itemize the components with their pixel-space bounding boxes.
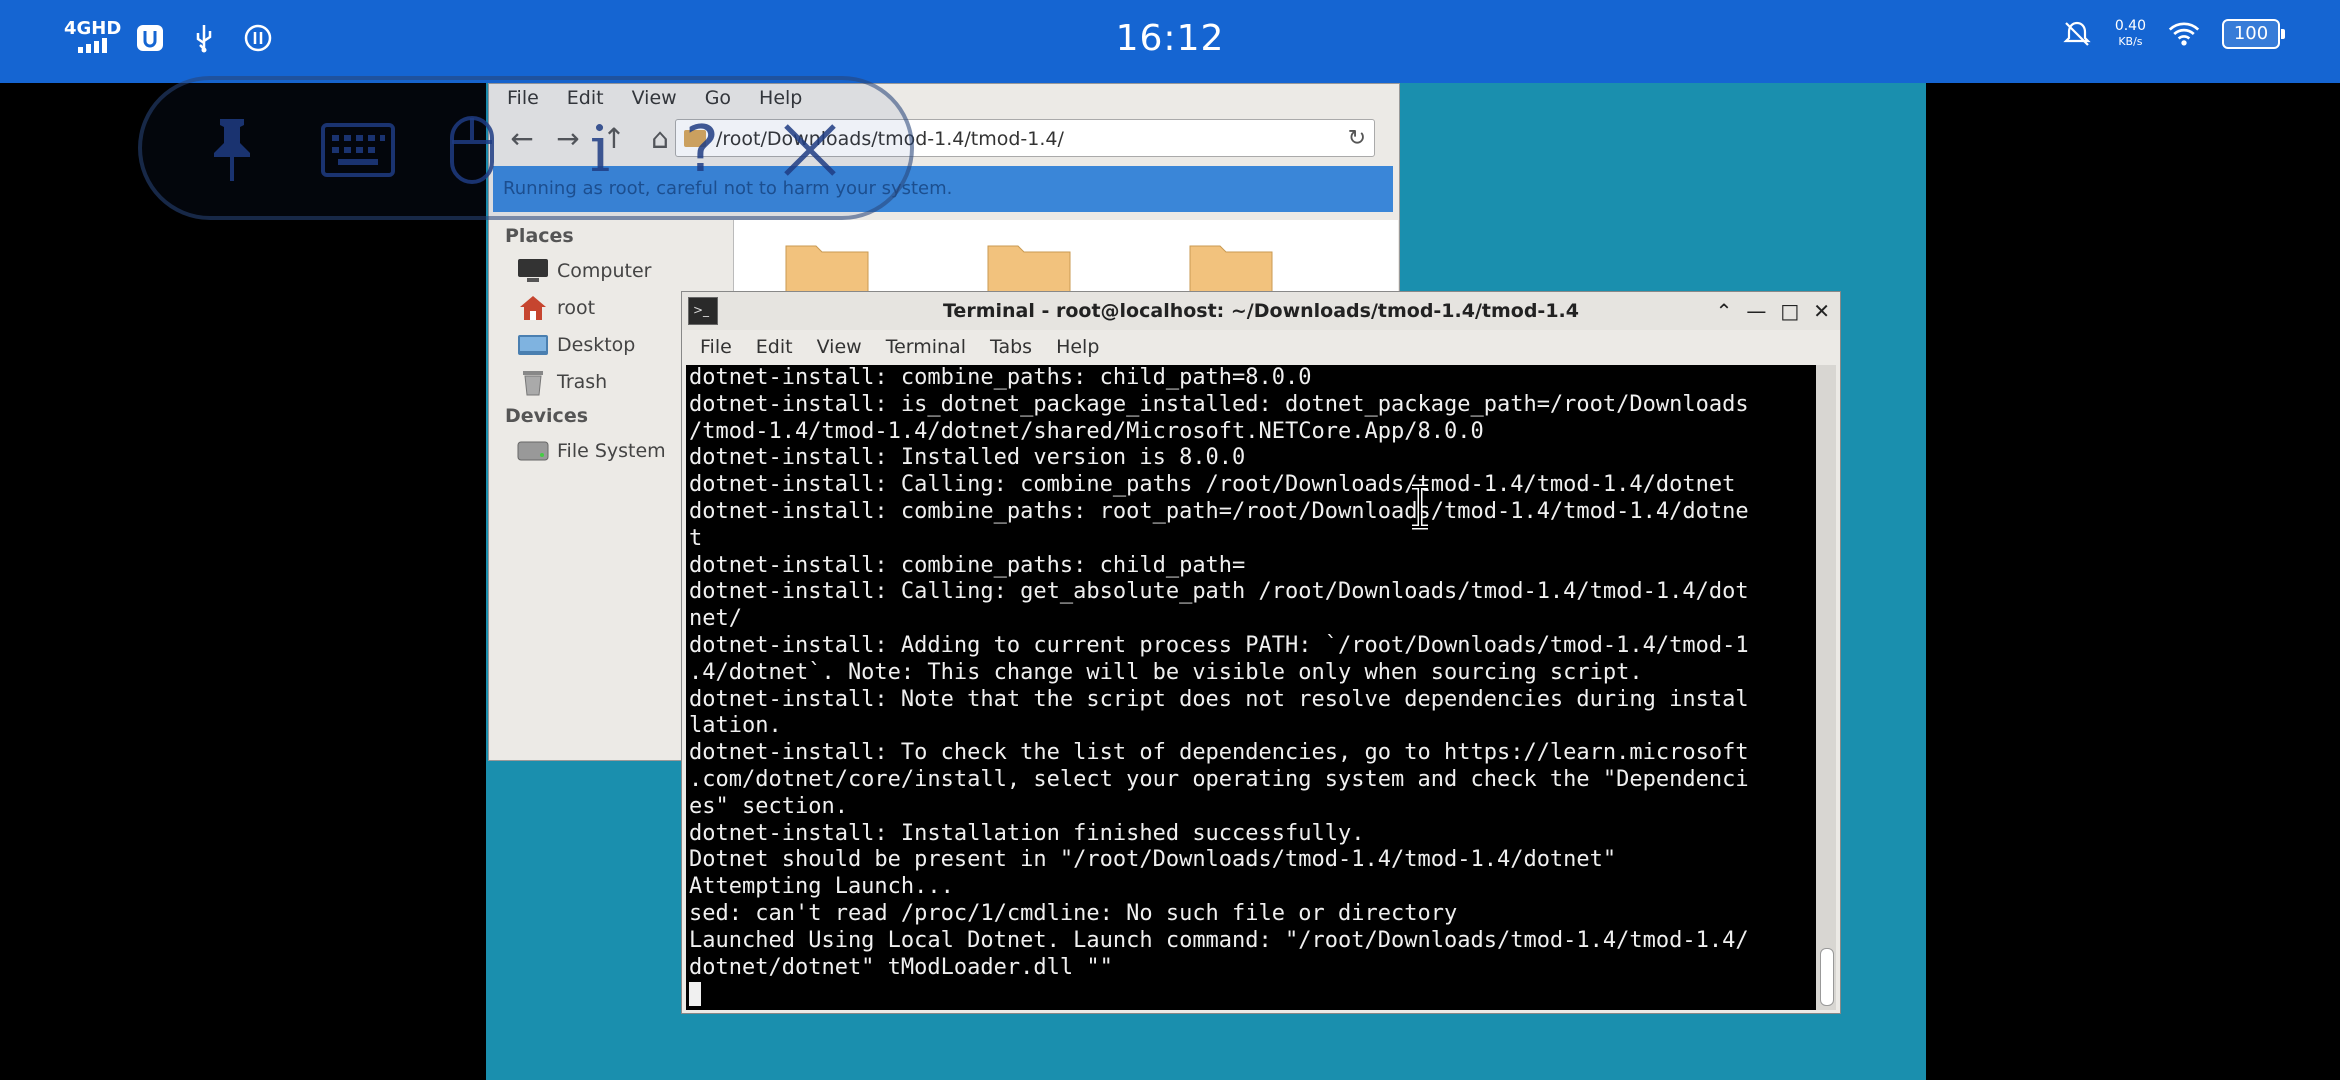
battery-indicator: 100 — [2222, 19, 2285, 49]
terminal-line: Launched Using Local Dotnet. Launch comm… — [689, 927, 1749, 953]
terminal-line: dotnet-install: Installed version is 8.0… — [689, 445, 1246, 471]
trash-icon — [517, 369, 549, 395]
terminal-line: dotnet/dotnet" tModLoader.dll "" — [689, 954, 1113, 980]
android-status-bar: 4GHD 16:12 0.40 KB/s 100 — [0, 0, 2340, 83]
computer-icon — [517, 258, 549, 284]
terminal-line: .4/dotnet`. Note: This change will be vi… — [689, 659, 1643, 685]
terminal-line: dotnet-install: combine_paths: root_path… — [689, 498, 1749, 524]
letterbox-left — [72, 83, 486, 1080]
keyboard-icon[interactable] — [318, 110, 398, 190]
term-menu-view[interactable]: View — [817, 336, 862, 358]
terminal-prompt-line[interactable] — [686, 981, 1816, 1008]
home-folder-icon — [517, 295, 549, 321]
help-icon[interactable]: ? — [662, 110, 742, 190]
term-menu-help[interactable]: Help — [1056, 336, 1099, 358]
terminal-line: es" section. — [689, 793, 848, 819]
mute-icon — [2061, 18, 2093, 50]
terminal-line: Attempting Launch... — [689, 874, 954, 900]
terminal-titlebar[interactable]: >_ Terminal - root@localhost: ~/Download… — [682, 292, 1840, 330]
terminal-line: net/ — [689, 606, 742, 632]
terminal-line: dotnet-install: combine_paths: child_pat… — [689, 552, 1246, 578]
sidebar-item-label: Trash — [557, 370, 608, 393]
terminal-line: lation. — [689, 713, 782, 739]
maximize-icon[interactable]: □ — [1780, 292, 1799, 330]
terminal-line: dotnet-install: Calling: get_absolute_pa… — [689, 579, 1749, 605]
terminal-window[interactable]: >_ Terminal - root@localhost: ~/Download… — [681, 291, 1841, 1014]
terminal-line: dotnet-install: Calling: combine_paths /… — [689, 472, 1736, 498]
minimize-icon[interactable]: — — [1746, 292, 1766, 330]
close-icon[interactable]: ✕ — [1813, 292, 1830, 330]
term-menu-file[interactable]: File — [700, 336, 732, 358]
info-icon[interactable]: i — [560, 110, 640, 190]
speed-value: 0.40 — [2114, 18, 2146, 34]
sidebar-item-computer[interactable]: Computer — [489, 252, 733, 289]
close-icon[interactable] — [770, 110, 850, 190]
terminal-line: t — [689, 525, 703, 551]
pin-icon[interactable] — [192, 110, 272, 190]
terminal-line: dotnet-install: To check the list of dep… — [689, 740, 1749, 766]
ibeam-cursor-icon — [1412, 484, 1428, 530]
term-menu-tabs[interactable]: Tabs — [990, 336, 1032, 358]
sidebar-item-label: Desktop — [557, 333, 636, 356]
terminal-title: Terminal - root@localhost: ~/Downloads/t… — [943, 300, 1579, 322]
terminal-line: dotnet-install: Note that the script doe… — [689, 686, 1749, 712]
sidebar-item-label: root — [557, 296, 596, 319]
terminal-output[interactable]: dotnet-install: combine_paths: child_pat… — [686, 365, 1816, 1010]
terminal-line: .com/dotnet/core/install, select your op… — [689, 766, 1749, 792]
terminal-line: dotnet-install: combine_paths: child_pat… — [689, 365, 1312, 390]
reload-icon[interactable]: ↻ — [1348, 120, 1366, 158]
terminal-line: Dotnet should be present in "/root/Downl… — [689, 847, 1617, 873]
places-header: Places — [505, 225, 574, 247]
term-menu-edit[interactable]: Edit — [756, 336, 793, 358]
terminal-line: dotnet-install: Adding to current proces… — [689, 632, 1749, 658]
clock: 16:12 — [1115, 18, 1225, 59]
remote-control-overlay: i ? — [138, 76, 914, 220]
terminal-menubar: File Edit View Terminal Tabs Help — [682, 330, 1840, 364]
terminal-line: dotnet-install: Installation finished su… — [689, 820, 1365, 846]
window-controls: ⌃ — □ ✕ — [1716, 292, 1830, 330]
sidebar-item-label: File System — [557, 439, 666, 462]
sidebar-item-label: Computer — [557, 259, 652, 282]
chevron-up-icon[interactable]: ⌃ — [1716, 292, 1733, 330]
network-speed: 0.40 KB/s — [2115, 18, 2146, 50]
terminal-scrollbar[interactable] — [1816, 365, 1836, 1010]
mouse-icon[interactable] — [432, 110, 512, 190]
speed-unit: KB/s — [2118, 35, 2143, 48]
desktop-icon — [517, 332, 549, 358]
letterbox-right — [1926, 83, 2340, 1080]
drive-icon — [517, 438, 549, 464]
terminal-line: /tmod-1.4/tmod-1.4/dotnet/shared/Microso… — [689, 418, 1484, 444]
terminal-line: sed: can't read /proc/1/cmdline: No such… — [689, 900, 1458, 926]
text-cursor — [689, 982, 701, 1007]
term-menu-terminal[interactable]: Terminal — [886, 336, 966, 358]
wifi-icon — [2168, 18, 2200, 50]
status-right-icons: 0.40 KB/s 100 — [2061, 18, 2285, 50]
scrollbar-thumb[interactable] — [1820, 948, 1834, 1006]
terminal-line: dotnet-install: is_dotnet_package_instal… — [689, 391, 1749, 417]
